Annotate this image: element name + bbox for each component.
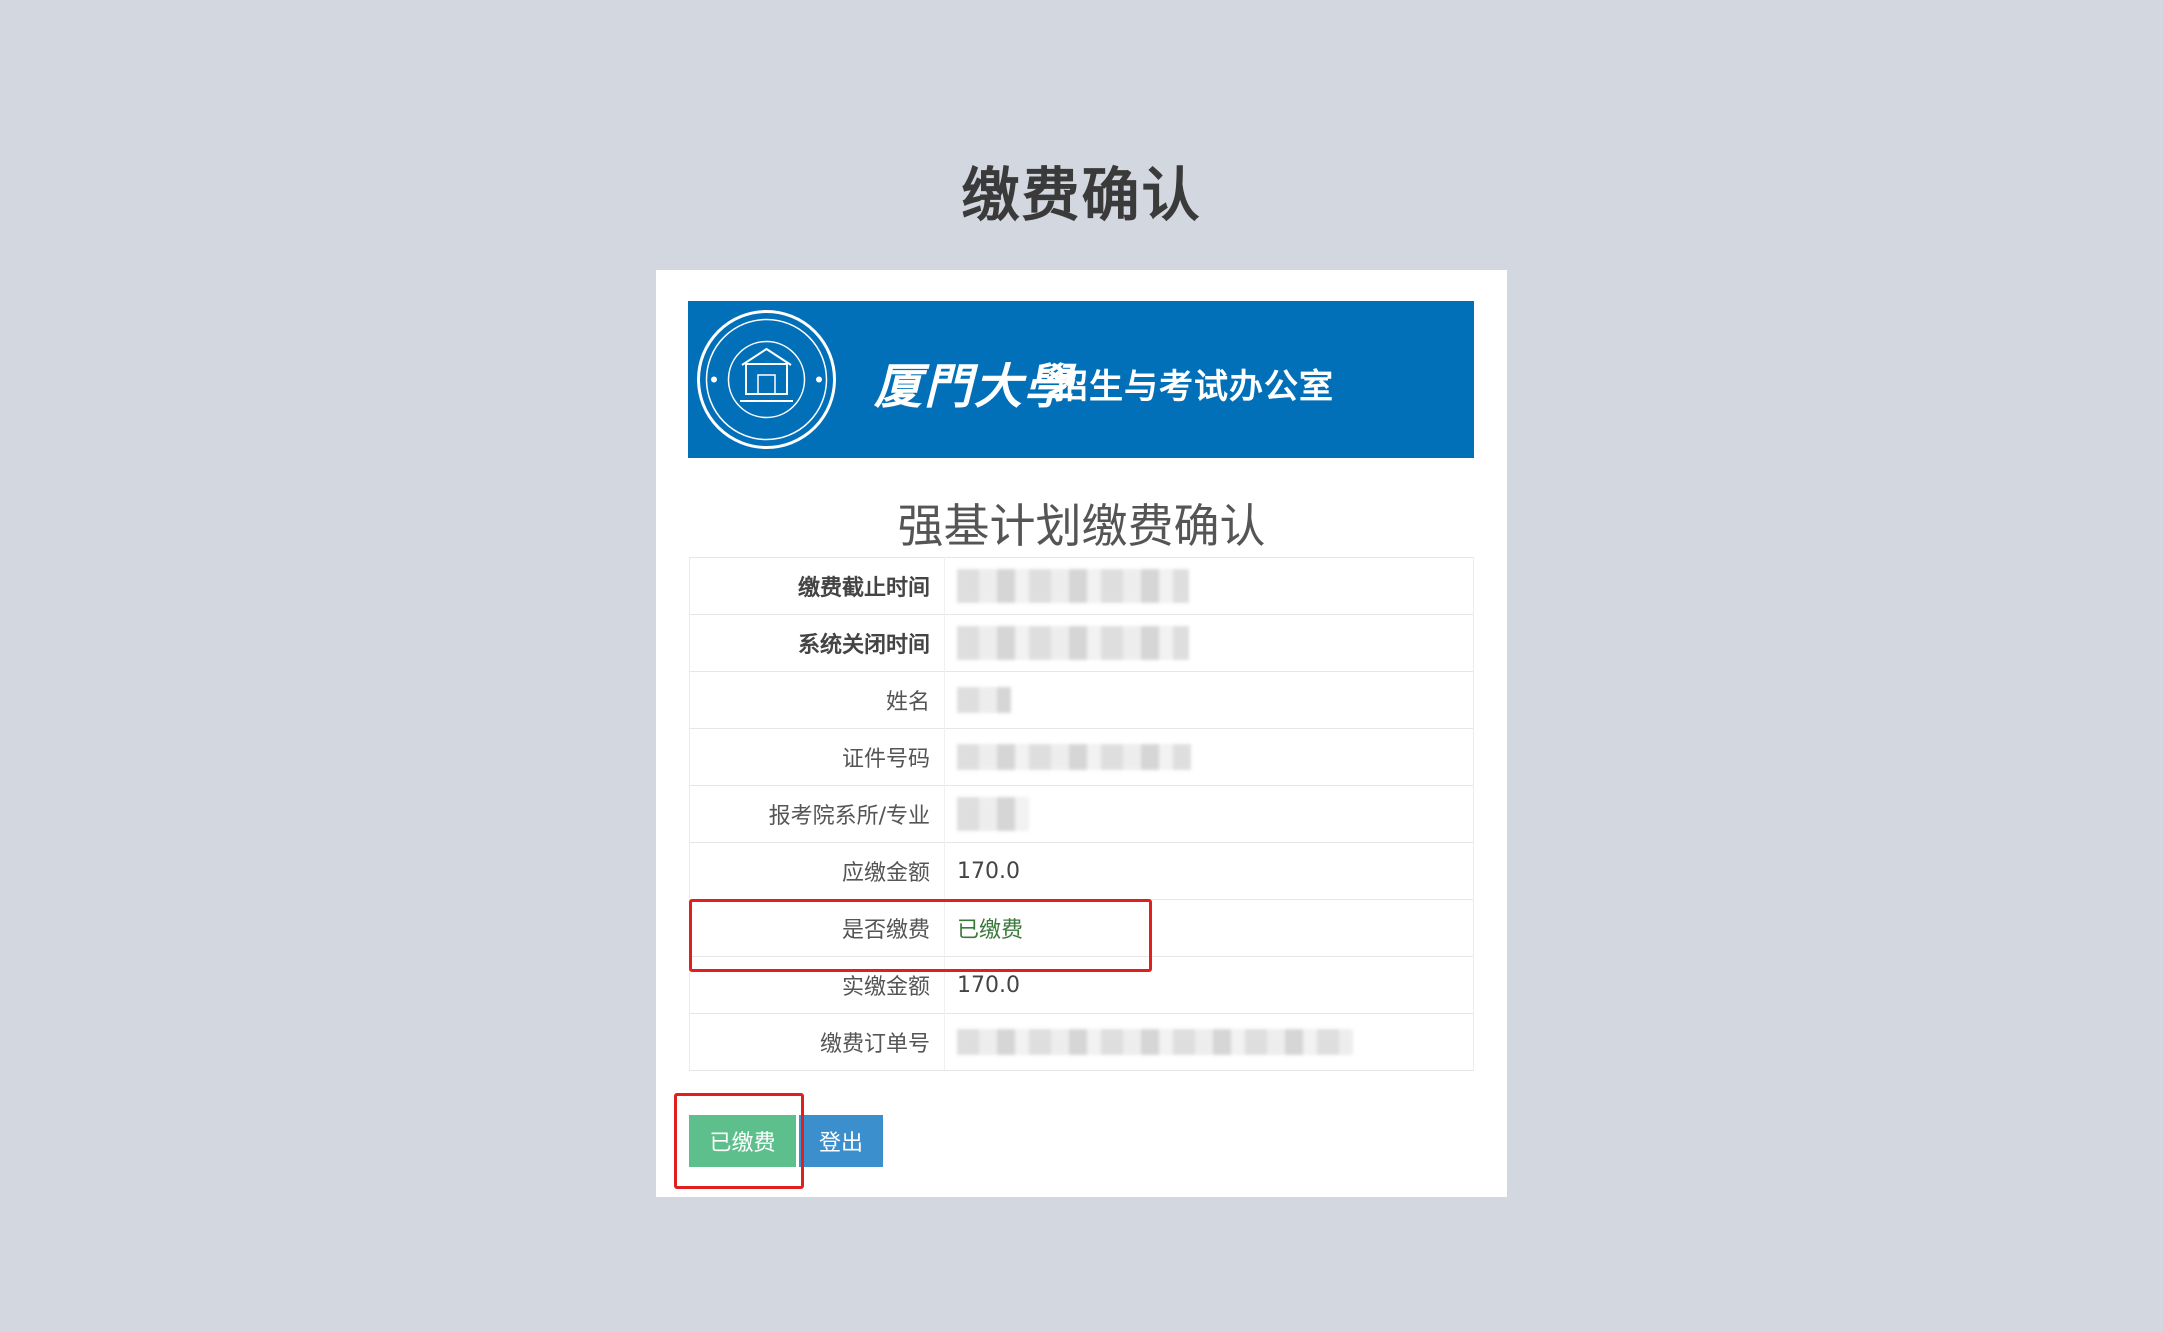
payment-card: 厦門大學 招生与考试办公室 强基计划缴费确认 缴费截止时间 系统关闭时间 姓名 …	[656, 270, 1507, 1197]
redacted-value	[957, 569, 1189, 603]
amount-paid-value: 170.0	[944, 956, 1474, 1014]
table-row: 证件号码	[689, 728, 1474, 786]
department-major-value	[944, 785, 1474, 843]
table-row: 缴费订单号	[689, 1013, 1474, 1071]
redacted-value	[957, 626, 1189, 660]
table-row: 实缴金额 170.0	[689, 956, 1474, 1014]
table-row: 系统关闭时间	[689, 614, 1474, 672]
table-row: 报考院系所/专业	[689, 785, 1474, 843]
table-row: 缴费截止时间	[689, 557, 1474, 615]
table-row: 姓名	[689, 671, 1474, 729]
redacted-value	[957, 1029, 1353, 1055]
university-banner: 厦門大學 招生与考试办公室	[688, 301, 1474, 458]
department-major-label: 报考院系所/专业	[689, 785, 945, 843]
paid-button[interactable]: 已缴费	[689, 1115, 796, 1167]
redacted-value	[957, 687, 1011, 713]
logout-button[interactable]: 登出	[799, 1115, 883, 1167]
table-row: 是否缴费 已缴费	[689, 899, 1474, 957]
table-row: 应缴金额 170.0	[689, 842, 1474, 900]
order-number-label: 缴费订单号	[689, 1013, 945, 1071]
amount-due-label: 应缴金额	[689, 842, 945, 900]
form-title: 强基计划缴费确认	[897, 499, 1266, 553]
payment-info-table: 缴费截止时间 系统关闭时间 姓名 证件号码 报考院系所/专业 应缴金额 170.…	[689, 557, 1474, 1071]
system-close-value	[944, 614, 1474, 672]
redacted-value	[957, 797, 1029, 831]
page-title: 缴费确认	[961, 161, 1202, 229]
payment-status-value: 已缴费	[944, 899, 1474, 957]
redacted-value	[957, 744, 1191, 770]
university-seal-icon	[697, 310, 836, 449]
id-number-value	[944, 728, 1474, 786]
name-label: 姓名	[689, 671, 945, 729]
system-close-label: 系统关闭时间	[689, 614, 945, 672]
deadline-value	[944, 557, 1474, 615]
university-name: 厦門大學	[874, 359, 1075, 415]
name-value	[944, 671, 1474, 729]
amount-paid-label: 实缴金额	[689, 956, 945, 1014]
order-number-value	[944, 1013, 1474, 1071]
amount-due-value: 170.0	[944, 842, 1474, 900]
payment-status-label: 是否缴费	[689, 899, 945, 957]
office-name: 招生与考试办公室	[1054, 367, 1334, 407]
deadline-label: 缴费截止时间	[689, 557, 945, 615]
id-number-label: 证件号码	[689, 728, 945, 786]
